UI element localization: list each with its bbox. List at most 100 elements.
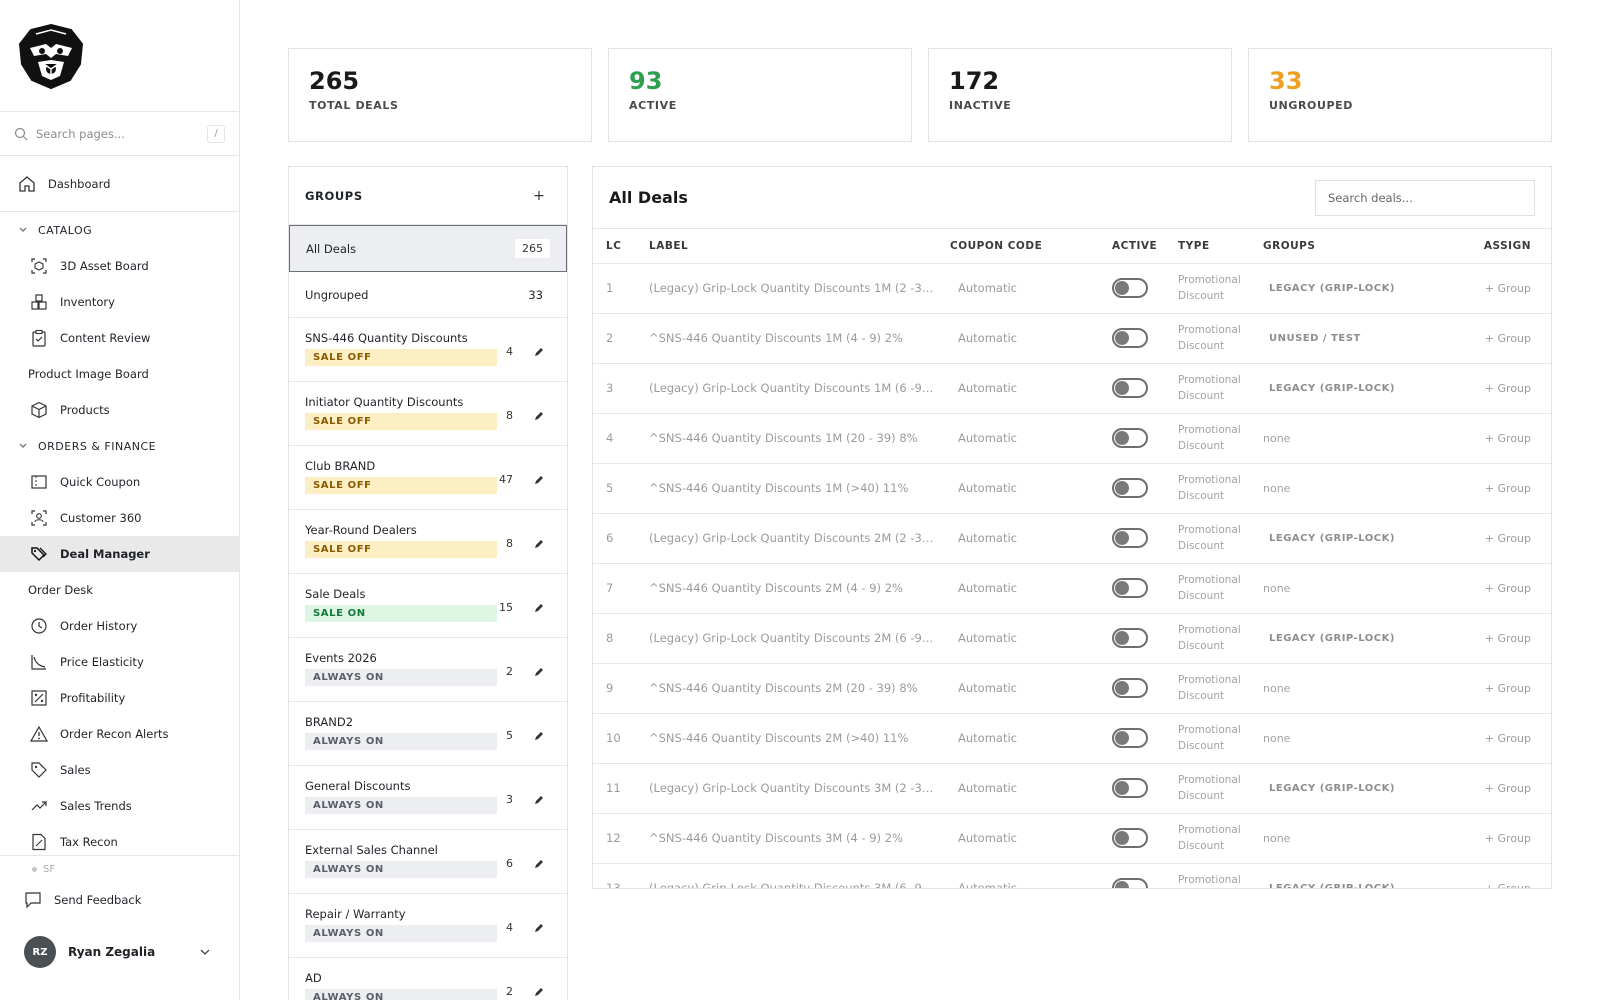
edit-pencil-icon[interactable]	[533, 346, 545, 358]
assign-group-button[interactable]: + Group	[1460, 813, 1551, 864]
active-toggle[interactable]	[1112, 578, 1148, 598]
group-item[interactable]: External Sales Channel ALWAYS ON 6	[289, 830, 567, 894]
nav-item-product-image-board[interactable]: Product Image Board	[0, 356, 239, 392]
active-toggle[interactable]	[1112, 778, 1148, 798]
assign-group-button[interactable]: + Group	[1460, 413, 1551, 464]
assign-group-button[interactable]: + Group	[1460, 363, 1551, 414]
nav-item-quick-coupon[interactable]: Quick Coupon	[0, 464, 239, 500]
assign-group-button[interactable]: + Group	[1460, 513, 1551, 564]
table-row[interactable]: 11 (Legacy) Grip-Lock Quantity Discounts …	[593, 763, 1551, 814]
add-group-button[interactable]: +	[527, 188, 551, 204]
column-header-lc[interactable]: LC	[593, 229, 636, 264]
cell-label[interactable]: (Legacy) Grip-Lock Quantity Discounts 3M…	[636, 863, 937, 888]
assign-group-button[interactable]: + Group	[1460, 713, 1551, 764]
table-row[interactable]: 10 ^SNS-446 Quantity Discounts 2M (>40) 1…	[593, 713, 1551, 764]
group-item[interactable]: AD ALWAYS ON 2	[289, 958, 567, 1000]
active-toggle[interactable]	[1112, 428, 1148, 448]
edit-pencil-icon[interactable]	[533, 474, 545, 486]
table-row[interactable]: 13 (Legacy) Grip-Lock Quantity Discounts …	[593, 863, 1551, 888]
nav-item-order-history[interactable]: Order History	[0, 608, 239, 644]
table-row[interactable]: 12 ^SNS-446 Quantity Discounts 3M (4 - 9)…	[593, 813, 1551, 864]
cell-label[interactable]: ^SNS-446 Quantity Discounts 3M (4 - 9) 2…	[636, 813, 937, 864]
active-toggle[interactable]	[1112, 378, 1148, 398]
active-toggle[interactable]	[1112, 478, 1148, 498]
table-row[interactable]: 1 (Legacy) Grip-Lock Quantity Discounts 1…	[593, 263, 1551, 314]
table-row[interactable]: 6 (Legacy) Grip-Lock Quantity Discounts 2…	[593, 513, 1551, 564]
edit-pencil-icon[interactable]	[533, 986, 545, 998]
nav-item-deal-manager[interactable]: Deal Manager	[0, 536, 239, 572]
table-row[interactable]: 2 ^SNS-446 Quantity Discounts 1M (4 - 9) …	[593, 313, 1551, 364]
group-item[interactable]: SNS-446 Quantity Discounts SALE OFF 4	[289, 318, 567, 382]
active-toggle[interactable]	[1112, 628, 1148, 648]
nav-item-order-recon-alerts[interactable]: Order Recon Alerts	[0, 716, 239, 752]
cell-label[interactable]: ^SNS-446 Quantity Discounts 1M (4 - 9) 2…	[636, 313, 937, 364]
group-item[interactable]: Initiator Quantity Discounts SALE OFF 8	[289, 382, 567, 446]
cell-label[interactable]: (Legacy) Grip-Lock Quantity Discounts 2M…	[636, 613, 937, 664]
group-all-deals[interactable]: All Deals 265	[289, 225, 567, 272]
assign-group-button[interactable]: + Group	[1460, 663, 1551, 714]
assign-group-button[interactable]: + Group	[1460, 563, 1551, 614]
edit-pencil-icon[interactable]	[533, 922, 545, 934]
section-catalog[interactable]: CATALOG	[0, 212, 239, 248]
assign-group-button[interactable]: + Group	[1460, 313, 1551, 364]
assign-group-button[interactable]: + Group	[1460, 863, 1551, 888]
section-orders-finance[interactable]: ORDERS & FINANCE	[0, 428, 239, 464]
column-header-label[interactable]: LABEL	[636, 229, 937, 264]
nav-item-customer-360[interactable]: Customer 360	[0, 500, 239, 536]
table-row[interactable]: 8 (Legacy) Grip-Lock Quantity Discounts 2…	[593, 613, 1551, 664]
nav-item-profitability[interactable]: Profitability	[0, 680, 239, 716]
edit-pencil-icon[interactable]	[533, 794, 545, 806]
group-item[interactable]: Sale Deals SALE ON 15	[289, 574, 567, 638]
column-header-assign[interactable]: ASSIGN	[1460, 229, 1551, 264]
assign-group-button[interactable]: + Group	[1460, 463, 1551, 514]
user-menu[interactable]: RZ Ryan Zegalia	[0, 922, 239, 982]
send-feedback-button[interactable]: Send Feedback	[0, 882, 239, 918]
cell-label[interactable]: ^SNS-446 Quantity Discounts 1M (20 - 39)…	[636, 413, 937, 464]
column-header-type[interactable]: TYPE	[1165, 229, 1250, 264]
edit-pencil-icon[interactable]	[533, 410, 545, 422]
chevron-down-icon[interactable]	[199, 946, 211, 958]
cell-label[interactable]: ^SNS-446 Quantity Discounts 2M (4 - 9) 2…	[636, 563, 937, 614]
deals-search-input[interactable]	[1315, 179, 1535, 216]
nav-item-3d-asset-board[interactable]: 3D Asset Board	[0, 248, 239, 284]
cell-label[interactable]: (Legacy) Grip-Lock Quantity Discounts 2M…	[636, 513, 937, 564]
cell-label[interactable]: (Legacy) Grip-Lock Quantity Discounts 1M…	[636, 363, 937, 414]
active-toggle[interactable]	[1112, 878, 1148, 888]
nav-item-inventory[interactable]: Inventory	[0, 284, 239, 320]
cell-label[interactable]: ^SNS-446 Quantity Discounts 2M (>40) 11%	[636, 713, 937, 764]
gorilla-logo[interactable]	[16, 22, 86, 90]
nav-list[interactable]: CATALOG 3D Asset Board Inventory Content…	[0, 212, 239, 854]
assign-group-button[interactable]: + Group	[1460, 263, 1551, 314]
page-search[interactable]: /	[0, 112, 239, 156]
cell-label[interactable]: ^SNS-446 Quantity Discounts 1M (>40) 11%	[636, 463, 937, 514]
nav-item-content-review[interactable]: Content Review	[0, 320, 239, 356]
group-item[interactable]: BRAND2 ALWAYS ON 5	[289, 702, 567, 766]
active-toggle[interactable]	[1112, 278, 1148, 298]
table-row[interactable]: 9 ^SNS-446 Quantity Discounts 2M (20 - 39…	[593, 663, 1551, 714]
edit-pencil-icon[interactable]	[533, 666, 545, 678]
group-item[interactable]: Club BRAND SALE OFF 47	[289, 446, 567, 510]
cell-label[interactable]: (Legacy) Grip-Lock Quantity Discounts 3M…	[636, 763, 937, 814]
page-search-input[interactable]	[36, 126, 196, 141]
table-row[interactable]: 7 ^SNS-446 Quantity Discounts 2M (4 - 9) …	[593, 563, 1551, 614]
group-item[interactable]: Repair / Warranty ALWAYS ON 4	[289, 894, 567, 958]
group-item[interactable]: Year-Round Dealers SALE OFF 8	[289, 510, 567, 574]
column-header-active[interactable]: ACTIVE	[1099, 229, 1165, 264]
nav-item-order-desk[interactable]: Order Desk	[0, 572, 239, 608]
cell-label[interactable]: ^SNS-446 Quantity Discounts 2M (20 - 39)…	[636, 663, 937, 714]
nav-item-sales-trends[interactable]: Sales Trends	[0, 788, 239, 824]
column-header-groups[interactable]: GROUPS	[1250, 229, 1460, 264]
group-ungrouped[interactable]: Ungrouped 33	[289, 272, 567, 318]
edit-pencil-icon[interactable]	[533, 602, 545, 614]
nav-item-price-elasticity[interactable]: Price Elasticity	[0, 644, 239, 680]
active-toggle[interactable]	[1112, 828, 1148, 848]
active-toggle[interactable]	[1112, 328, 1148, 348]
nav-item-tax-recon[interactable]: Tax Recon	[0, 824, 239, 854]
edit-pencil-icon[interactable]	[533, 538, 545, 550]
table-row[interactable]: 3 (Legacy) Grip-Lock Quantity Discounts 1…	[593, 363, 1551, 414]
edit-pencil-icon[interactable]	[533, 730, 545, 742]
active-toggle[interactable]	[1112, 728, 1148, 748]
active-toggle[interactable]	[1112, 528, 1148, 548]
assign-group-button[interactable]: + Group	[1460, 763, 1551, 814]
group-item[interactable]: General Discounts ALWAYS ON 3	[289, 766, 567, 830]
